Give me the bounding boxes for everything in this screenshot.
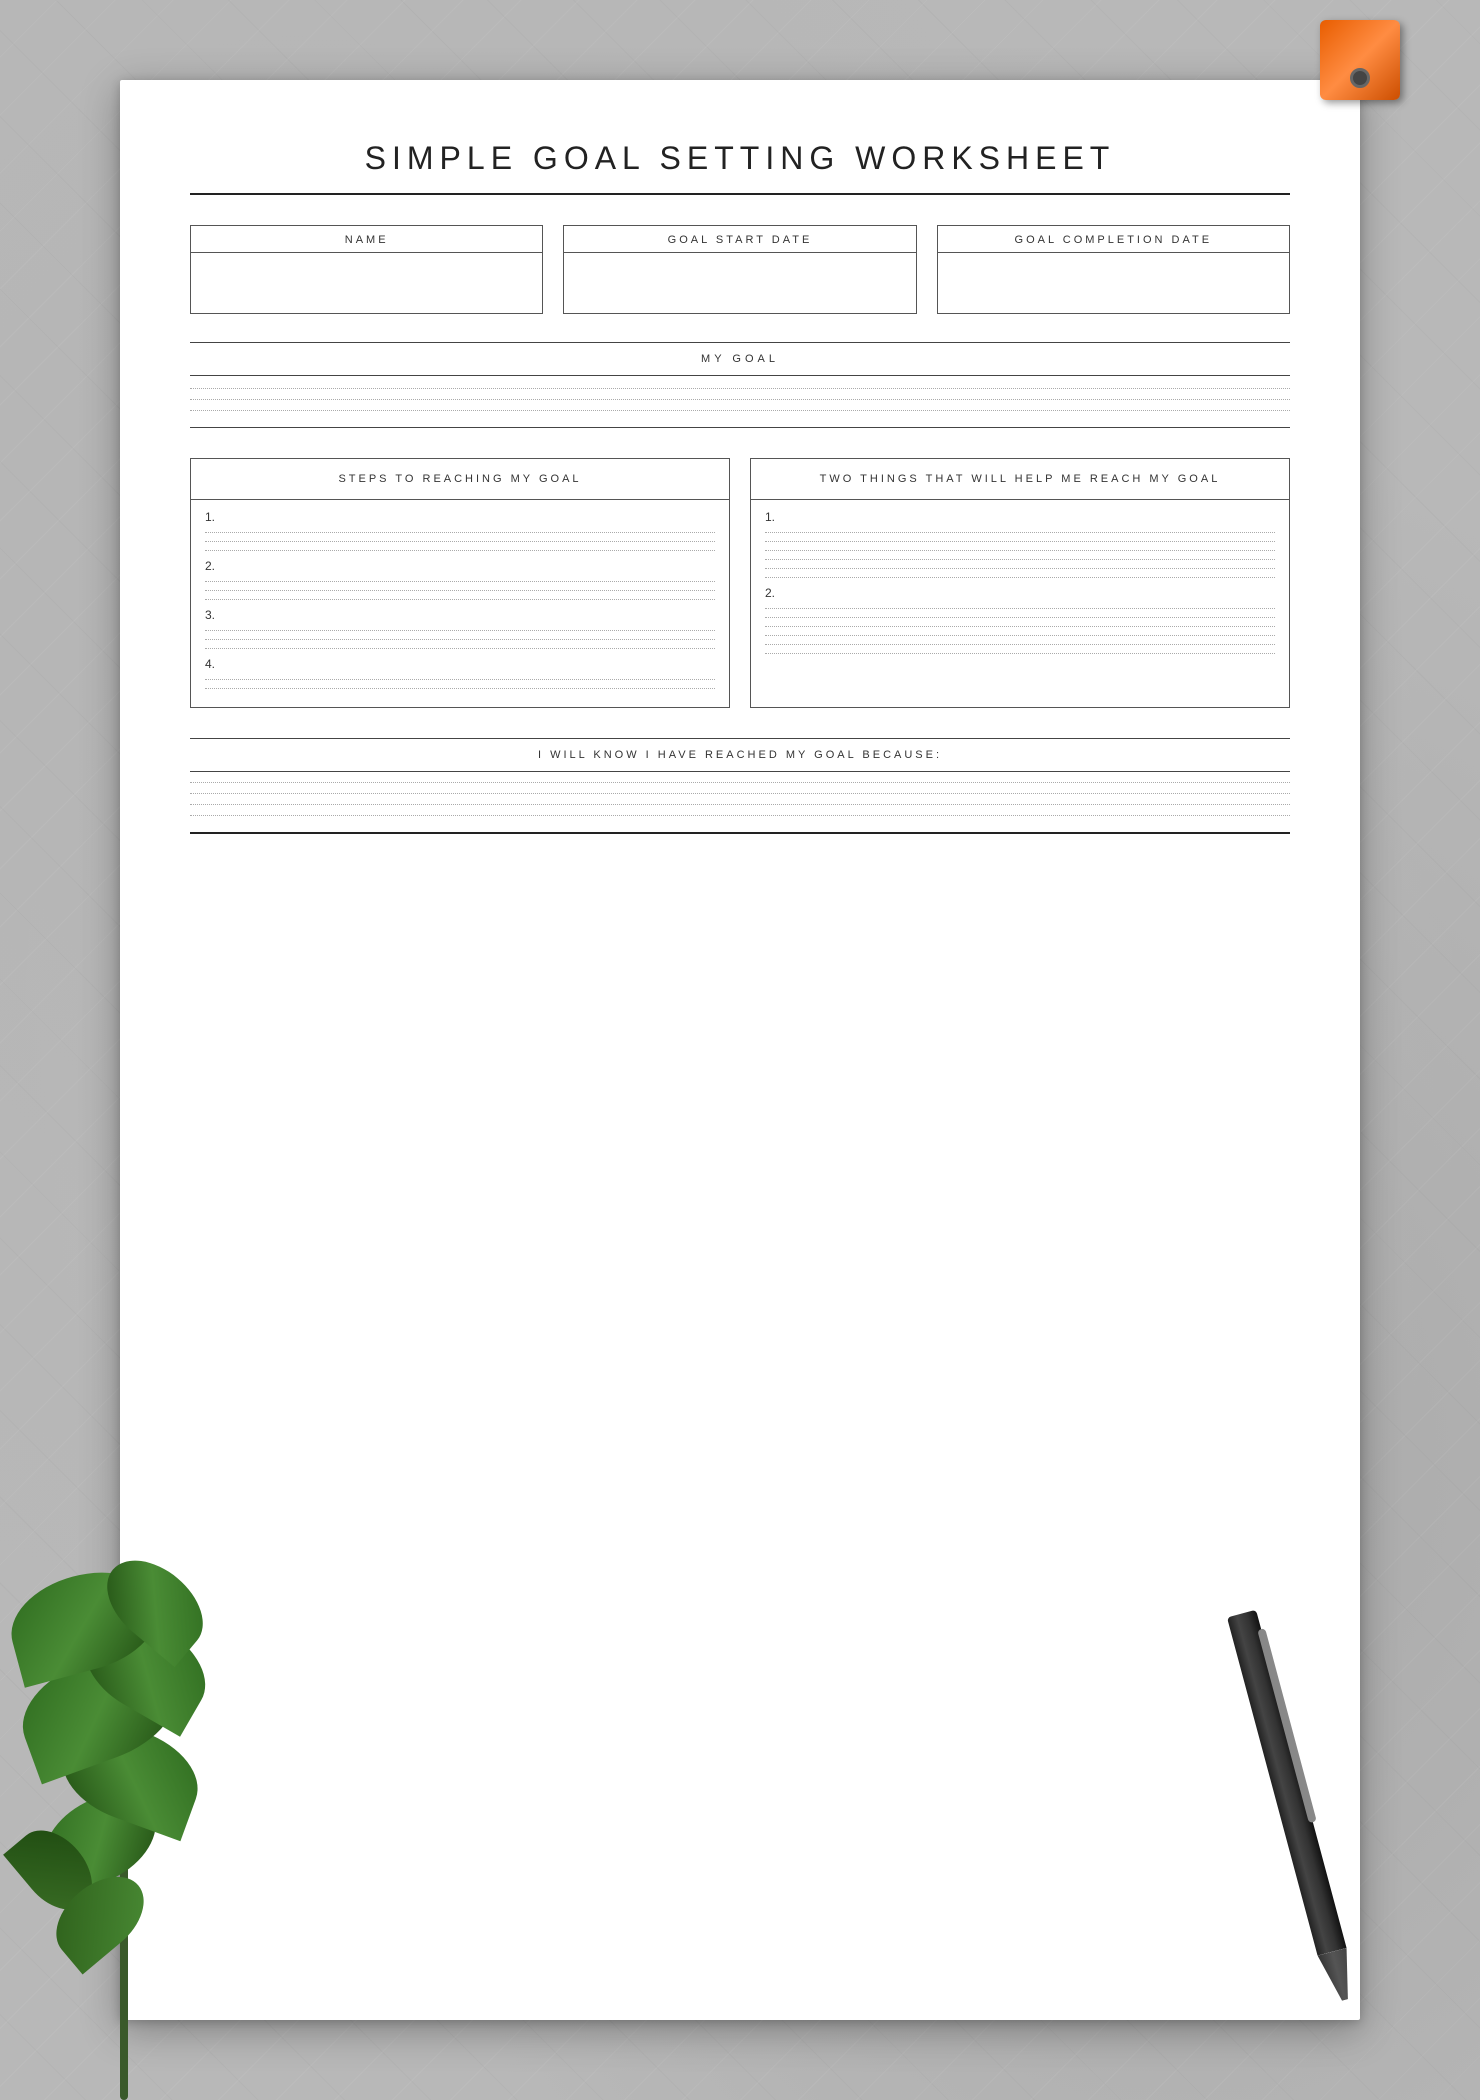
thing-2: 2. [765,586,1275,654]
thing-2-line-3 [765,626,1275,627]
plant-decoration [0,1600,300,2100]
thing-2-line-1 [765,608,1275,609]
worksheet-paper: SIMPLE GOAL SETTING WORKSHEET NAME GOAL … [120,80,1360,2020]
bottom-divider [190,771,1290,772]
name-field-box: NAME [190,225,543,314]
goal-lines-area[interactable] [190,388,1290,411]
thing-2-number: 2. [765,586,1275,600]
step-2-line-2 [205,590,715,591]
start-date-field-box: GOAL START DATE [563,225,916,314]
step-2-number: 2. [205,559,715,573]
steps-header: STEPS TO REACHING MY GOAL [191,459,729,500]
bottom-section: I WILL KNOW I HAVE REACHED MY GOAL BECAU… [190,738,1290,834]
step-4-line-1 [205,679,715,680]
step-2-line-1 [205,581,715,582]
name-input-area[interactable] [191,253,542,313]
thing-1-line-4 [765,559,1275,560]
steps-content[interactable]: 1. 2. 3. 4. [191,500,729,707]
bottom-dotted-1 [190,782,1290,783]
bottom-end-line [190,832,1290,834]
start-date-label: GOAL START DATE [564,226,915,253]
thing-2-line-2 [765,617,1275,618]
worksheet-title: SIMPLE GOAL SETTING WORKSHEET [190,140,1290,177]
step-3-line-3 [205,648,715,649]
step-3-line-2 [205,639,715,640]
step-1-line-1 [205,532,715,533]
goal-dotted-line-1 [190,388,1290,389]
name-label: NAME [191,226,542,253]
thing-1: 1. [765,510,1275,578]
thing-1-line-5 [765,568,1275,569]
thing-1-line-6 [765,577,1275,578]
step-1: 1. [205,510,715,551]
bottom-dotted-4 [190,815,1290,816]
step-2: 2. [205,559,715,600]
fields-row: NAME GOAL START DATE GOAL COMPLETION DAT… [190,225,1290,314]
goal-dotted-line-3 [190,410,1290,411]
step-1-line-2 [205,541,715,542]
step-3-line-1 [205,630,715,631]
two-things-box: TWO THINGS THAT WILL HELP ME REACH MY GO… [750,458,1290,708]
step-1-number: 1. [205,510,715,524]
start-date-input-area[interactable] [564,253,915,313]
thing-1-line-2 [765,541,1275,542]
thing-2-line-5 [765,644,1275,645]
bottom-lines-area[interactable] [190,782,1290,816]
thing-2-line-6 [765,653,1275,654]
thing-1-line-1 [765,532,1275,533]
step-4: 4. [205,657,715,689]
step-4-number: 4. [205,657,715,671]
sharpener-decoration [1320,20,1400,120]
thing-1-number: 1. [765,510,1275,524]
steps-box: STEPS TO REACHING MY GOAL 1. 2. 3. [190,458,730,708]
goal-dotted-line-2 [190,399,1290,400]
my-goal-label: MY GOAL [190,343,1290,375]
two-col-section: STEPS TO REACHING MY GOAL 1. 2. 3. [190,458,1290,708]
step-4-line-2 [205,688,715,689]
my-goal-bottom-divider [190,375,1290,376]
bottom-dotted-3 [190,804,1290,805]
two-things-content[interactable]: 1. 2. [751,500,1289,672]
thing-1-line-3 [765,550,1275,551]
bottom-label: I WILL KNOW I HAVE REACHED MY GOAL BECAU… [190,739,1290,771]
step-3-number: 3. [205,608,715,622]
title-divider [190,193,1290,195]
completion-date-input-area[interactable] [938,253,1289,313]
bottom-dotted-2 [190,793,1290,794]
completion-date-label: GOAL COMPLETION DATE [938,226,1289,253]
thing-2-line-4 [765,635,1275,636]
completion-date-field-box: GOAL COMPLETION DATE [937,225,1290,314]
step-3: 3. [205,608,715,649]
goal-section-end-divider [190,427,1290,428]
step-1-line-3 [205,550,715,551]
two-things-header: TWO THINGS THAT WILL HELP ME REACH MY GO… [751,459,1289,500]
step-2-line-3 [205,599,715,600]
